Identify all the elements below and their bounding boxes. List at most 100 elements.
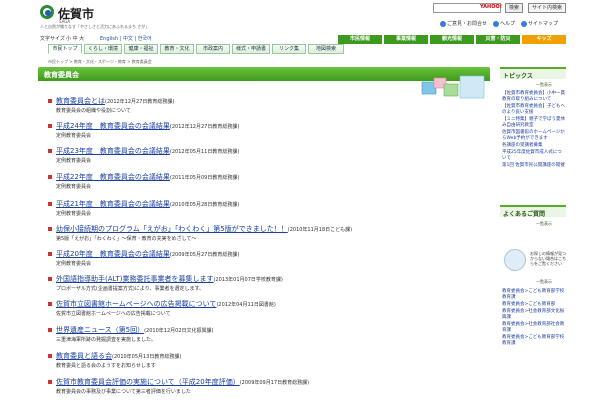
list-item: 平成23年度 教育委員会の会議結果(2012年05月11日教育総務課) 定例教育… xyxy=(48,145,488,167)
site-header: 佐賀市 SAGA 人と自然が織りなす「やさしさと活力にあふれるまち さが」 YA… xyxy=(38,0,566,34)
item-desc: 第5版「えがお」「わくわく」～保育・教育の充実をめざして～ xyxy=(56,236,197,242)
city-logo-icon[interactable] xyxy=(40,5,54,19)
language-links[interactable]: English | 中文 | 한국어 xyxy=(100,35,152,42)
nav-item-forms[interactable]: 様式・申請書 xyxy=(232,44,270,54)
section-tab-disaster[interactable]: 災害・防災 xyxy=(476,35,520,44)
section-tab-business[interactable]: 事業情報 xyxy=(384,35,428,44)
section-tab-tourism[interactable]: 観光情報 xyxy=(430,35,474,44)
item-title-link[interactable]: 平成20年度 教育委員会の会議結果 xyxy=(56,250,170,258)
nav-item-city-info[interactable]: 市政案内 xyxy=(196,44,230,54)
topics-list: 【佐賀市教育委員会】小中一貫教育の取り組みについて 【佐賀市教育委員会】子どもへ… xyxy=(502,91,566,170)
topic-link[interactable]: 第1回 佐賀市民公開講座の開催 xyxy=(502,163,566,169)
item-title-link[interactable]: 平成24年度 教育委員会の会議結果 xyxy=(56,122,170,130)
item-date: (2010年11月18日こども課) xyxy=(287,227,353,233)
nav-item-citizen-top[interactable]: 市民トップ xyxy=(48,44,82,54)
nav-item-map[interactable]: 地図検索 xyxy=(308,44,344,54)
topic-link[interactable]: 佐賀市図書館のホームページからWeb予約ができます xyxy=(502,130,566,142)
item-title-link[interactable]: 教育委員会とは xyxy=(56,97,105,105)
item-desc: 定例教育委員会 xyxy=(56,211,92,217)
item-date: (2010年12月02日文化振興課) xyxy=(144,328,214,334)
item-title-link[interactable]: 幼保小接続期のプログラム「えがお」「わくわく」第5版ができました！！ xyxy=(56,225,288,233)
bullet-icon xyxy=(48,354,52,358)
bullet-icon xyxy=(48,252,52,256)
site-search-option[interactable]: サイト内検索 xyxy=(528,3,566,13)
faq-heading: よくあるご質問 xyxy=(500,205,566,218)
list-item: 平成22年度 教育委員会の会議結果(2011年05月09日教育総務課) 定例教育… xyxy=(48,171,488,193)
breadcrumb[interactable]: 市民トップ > 教育・文化・スポーツ・教育 > 教育委員会 xyxy=(48,59,152,65)
list-item: 外国語指導助手(ALT)業務委託事業者を募集します(2013年01月07日学校教… xyxy=(48,273,488,295)
list-item: 幼保小接続期のプログラム「えがお」「わくわく」第5版ができました！！(2010年… xyxy=(48,223,488,245)
item-date: (2013年01月07日学校教育課) xyxy=(213,277,283,283)
list-item: 平成24年度 教育委員会の会議結果(2012年12月27日教育総務課) 定例教育… xyxy=(48,120,488,142)
list-item: 佐賀市教育委員会評価の実施について（平成20年度評価）(2009年09月17日教… xyxy=(48,376,488,398)
bullet-icon xyxy=(48,99,52,103)
help-more-link[interactable]: 一覧表示 xyxy=(536,279,552,285)
topic-link[interactable]: 【佐賀市教育委員会】子どもへのより良い支援 xyxy=(502,104,566,116)
help-link[interactable]: ヘルプ xyxy=(493,20,515,27)
nav-item-links[interactable]: リンク集 xyxy=(272,44,306,54)
faq-more-link[interactable]: 一覧表示 xyxy=(536,221,552,227)
item-title-link[interactable]: 佐賀市立図書館ホームページへの広告掲載について xyxy=(56,300,216,308)
item-desc: 三重津海軍所跡の発掘調査を実施しました。 xyxy=(56,337,157,343)
bullet-icon xyxy=(48,202,52,206)
bullet-icon xyxy=(48,227,52,231)
item-title-link[interactable]: 佐賀市教育委員会評価の実施について（平成20年度評価） xyxy=(56,378,240,386)
list-item: 教育委員会とは(2012年12月27日教育総務課) 教育委員会の組織や役割につい… xyxy=(48,95,488,117)
item-desc: 佐賀市立図書館ホームページへの広告掲載について xyxy=(56,311,171,317)
mascot-text: お探しの情報が見つからない場合はこちらをご覧ください xyxy=(530,251,566,266)
bullet-icon xyxy=(48,124,52,128)
page-title: 教育委員会 xyxy=(44,71,79,79)
item-desc: 教育委員会の事務及び事業について第三者評価を行いました xyxy=(56,389,191,395)
item-date: (2012年12月27日教育総務課) xyxy=(105,99,175,105)
section-tab-kids[interactable]: キッズ xyxy=(522,35,566,44)
related-link[interactable]: 教育委員会>社会教育部社会教育課 xyxy=(502,322,566,334)
item-date: (2009年05月27日教育総務課) xyxy=(169,252,240,258)
topic-link[interactable]: 【佐賀市教育委員会】小中一貫教育の取り組みについて xyxy=(502,91,566,103)
utility-bar: 文字サイズ 小 中 大 English | 中文 | 한국어 市民情報 事業情報… xyxy=(38,34,566,44)
related-link[interactable]: 教育委員会>こども教育部学校教育課 xyxy=(502,335,566,347)
item-title-link[interactable]: 平成22年度 教育委員会の会議結果 xyxy=(56,173,170,181)
related-list: 教育委員会>こども教育部学校教育課 教育委員会>こども教育部 教育委員会>社会教… xyxy=(502,289,566,348)
item-date: (2010年05月13日教育総務課) xyxy=(112,354,182,360)
item-desc: 教育委員と語る会のようすをお知らせします xyxy=(56,363,156,369)
search-button[interactable]: 検索 xyxy=(505,3,523,13)
bullet-icon xyxy=(48,380,52,384)
nav-item-health[interactable]: 健康・福祉 xyxy=(124,44,158,54)
item-desc: 定例教育委員会 xyxy=(56,184,92,190)
item-title-link[interactable]: 外国語指導助手(ALT)業務委託事業者を募集します xyxy=(56,275,213,283)
bullet-icon xyxy=(48,302,52,306)
topics-heading: トピックス xyxy=(500,67,566,80)
bullet-icon xyxy=(48,277,52,281)
item-title-link[interactable]: 平成21年度 教育委員会の会議結果 xyxy=(56,200,170,208)
topic-link[interactable]: 各講座の受講者募集 xyxy=(502,143,566,149)
related-link[interactable]: 教育委員会>社会教育部文化振興課 xyxy=(502,309,566,321)
item-desc: 定例教育委員会 xyxy=(56,261,92,267)
item-title-link[interactable]: 教育委員と語る会 xyxy=(56,352,112,360)
topic-link[interactable]: 【ミニ特集】親子で学ぼう夏休み自由研究教室 xyxy=(502,117,566,129)
section-tab-citizen[interactable]: 市民情報 xyxy=(338,35,382,44)
topic-link[interactable]: 平成25年度佐賀市成人式について xyxy=(502,150,566,162)
topics-more-link[interactable]: 一覧表示 xyxy=(536,82,552,88)
item-desc: プロポーザル方式(企画書提案方式)により、事業者を選定します。 xyxy=(56,286,205,292)
item-date: (2010年05月28日教育総務課) xyxy=(169,202,240,208)
item-title-link[interactable]: 世界遺産ニュース（第5回） xyxy=(56,326,144,334)
font-size-options[interactable]: 小 中 大 xyxy=(66,35,84,42)
item-desc: 定例教育委員会 xyxy=(56,133,92,139)
nav-item-life[interactable]: くらし・環境 xyxy=(84,44,122,54)
item-date: (2009年09月17日教育総務課) xyxy=(239,380,310,386)
item-title-link[interactable]: 平成23年度 教育委員会の会議結果 xyxy=(56,147,170,155)
related-link[interactable]: 教育委員会>こども教育部学校教育課 xyxy=(502,289,566,301)
bullet-icon xyxy=(48,175,52,179)
item-date: (2011年05月09日教育総務課) xyxy=(169,175,240,181)
yahoo-logo: YAHOO! xyxy=(480,4,502,10)
list-item: 平成21年度 教育委員会の会議結果(2010年05月28日教育総務課) 定例教育… xyxy=(48,198,488,220)
sitemap-icon xyxy=(521,20,527,27)
nav-item-education[interactable]: 教育・文化 xyxy=(160,44,194,54)
item-date: (2012年05月11日教育総務課) xyxy=(169,149,240,155)
related-link[interactable]: 教育委員会>こども教育部 xyxy=(502,302,566,308)
list-item: 世界遺産ニュース（第5回）(2010年12月02日文化振興課) 三重津海軍所跡の… xyxy=(48,324,488,346)
contact-link[interactable]: ご意見・お問合せ xyxy=(440,20,487,27)
list-item: 佐賀市立図書館ホームページへの広告掲載について(2012年04月11日図書館) … xyxy=(48,298,488,320)
main-nav: 市民トップ くらし・環境 健康・福祉 教育・文化 市政案内 様式・申請書 リンク… xyxy=(48,44,368,56)
sitemap-link[interactable]: サイトマップ xyxy=(521,20,558,27)
